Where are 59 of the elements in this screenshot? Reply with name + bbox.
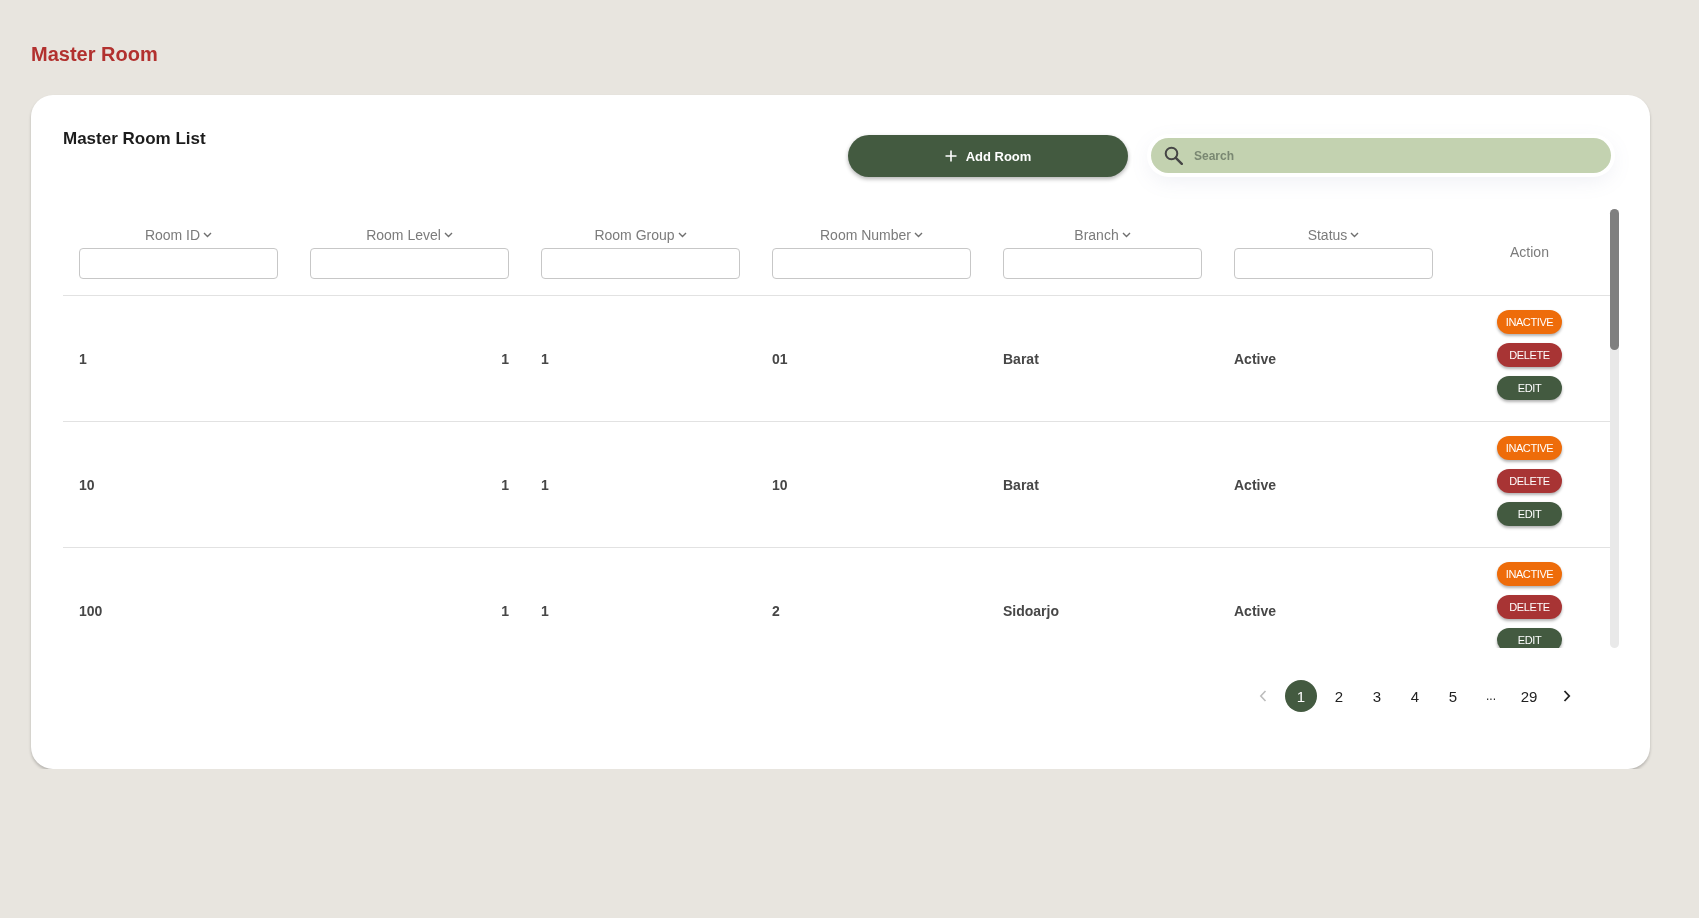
page-button[interactable]: 4	[1399, 680, 1431, 712]
edit-button[interactable]: EDIT	[1497, 502, 1562, 526]
chevron-down-icon	[1121, 231, 1131, 238]
plus-icon	[944, 150, 957, 162]
table-cell: 1	[541, 476, 549, 493]
chevron-down-icon	[677, 231, 687, 238]
table-cell: 10	[772, 476, 788, 493]
table-cell: 1	[541, 350, 549, 367]
delete-button[interactable]: DELETE	[1497, 343, 1562, 367]
delete-button[interactable]: DELETE	[1497, 469, 1562, 493]
column-header[interactable]: Branch	[1074, 225, 1131, 244]
column-header[interactable]: Room Number	[820, 225, 923, 244]
table-cell: Active	[1234, 602, 1277, 619]
table-cell: 01	[772, 350, 788, 367]
chevron-left-icon	[1259, 690, 1267, 702]
table-cell: 2	[772, 602, 780, 619]
edit-button[interactable]: EDIT	[1497, 376, 1562, 400]
filter-input[interactable]	[1003, 247, 1202, 279]
column-header: Action	[1510, 243, 1549, 261]
column-header[interactable]: Room Group	[594, 225, 687, 244]
add-room-button[interactable]: Add Room	[848, 135, 1128, 177]
search-field[interactable]: Search	[1151, 138, 1611, 173]
filter-input[interactable]	[79, 247, 278, 279]
filter-input[interactable]	[310, 247, 509, 279]
table-cell: 1	[501, 602, 509, 619]
chevron-down-icon	[203, 231, 213, 238]
table-cell: 1	[541, 602, 549, 619]
search-icon	[1164, 146, 1183, 165]
chevron-down-icon	[914, 231, 923, 238]
page-button[interactable]: 2	[1323, 680, 1355, 712]
chevron-down-icon	[1350, 231, 1360, 238]
pagination-ellipsis: ...	[1485, 688, 1497, 705]
page-button[interactable]: 3	[1361, 680, 1393, 712]
page-button[interactable]: 5	[1437, 680, 1469, 712]
filter-input[interactable]	[772, 247, 971, 279]
edit-button[interactable]: EDIT	[1497, 628, 1562, 648]
card-title: Master Room List	[63, 129, 206, 149]
table-cell: 1	[79, 350, 87, 367]
page-button[interactable]: 1	[1285, 680, 1317, 712]
column-header[interactable]: Status	[1307, 225, 1360, 244]
chevron-right-icon	[1563, 690, 1571, 702]
table-cell: 10	[79, 476, 95, 493]
table-cell: 100	[79, 602, 103, 619]
table-cell: Active	[1234, 476, 1277, 493]
page-button[interactable]: 29	[1513, 680, 1545, 712]
column-header[interactable]: Room Level	[366, 225, 453, 244]
scrollbar-thumb[interactable]	[1610, 209, 1619, 350]
table-cell: Barat	[1003, 476, 1039, 493]
table-cell: 1	[501, 350, 509, 367]
delete-button[interactable]: DELETE	[1497, 595, 1562, 619]
table-cell: Barat	[1003, 350, 1039, 367]
column-header[interactable]: Room ID	[144, 225, 213, 244]
table-cell: Active	[1234, 350, 1277, 367]
table-cell: Sidoarjo	[1003, 602, 1059, 619]
page-title: Master Room	[31, 42, 158, 66]
table-cell: 1	[501, 476, 509, 493]
filter-input[interactable]	[541, 247, 740, 279]
filter-input[interactable]	[1234, 247, 1433, 279]
chevron-down-icon	[443, 231, 453, 238]
